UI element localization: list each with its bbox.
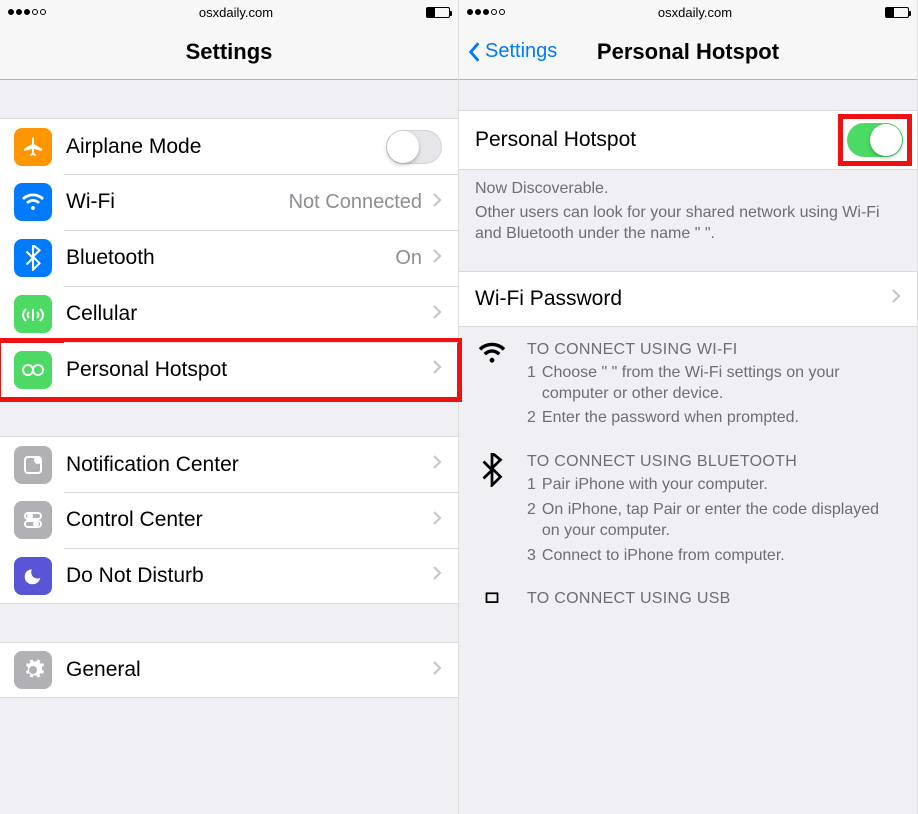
row-control-center[interactable]: Control Center — [0, 492, 458, 548]
chevron-right-icon — [432, 565, 442, 586]
chevron-right-icon — [432, 359, 442, 380]
back-label: Settings — [485, 40, 557, 63]
wifi-icon — [14, 183, 52, 221]
usb-icon — [475, 590, 509, 612]
instructions-usb: TO CONNECT USING USB — [459, 576, 917, 612]
settings-section-general: General — [0, 642, 458, 698]
row-label: Wi-Fi Password — [475, 287, 891, 311]
row-cellular[interactable]: Cellular — [0, 286, 458, 342]
row-airplane[interactable]: Airplane Mode — [0, 118, 458, 174]
back-button[interactable]: Settings — [467, 40, 557, 63]
row-label: Bluetooth — [66, 246, 395, 270]
chevron-right-icon — [432, 660, 442, 681]
page-title: Settings — [186, 39, 273, 65]
chevron-right-icon — [432, 192, 442, 213]
chevron-left-icon — [467, 41, 481, 63]
row-label: Personal Hotspot — [66, 358, 432, 382]
hotspot-icon — [14, 351, 52, 389]
chevron-right-icon — [432, 510, 442, 531]
chevron-right-icon — [891, 288, 901, 309]
status-domain: osxdaily.com — [199, 5, 273, 20]
instructions-wifi: TO CONNECT USING WI-FI 1Choose " " from … — [459, 327, 917, 439]
row-bluetooth[interactable]: Bluetooth On — [0, 230, 458, 286]
row-label: Wi-Fi — [66, 190, 289, 214]
bluetooth-icon — [475, 453, 509, 566]
hotspot-toggle-highlight — [843, 119, 907, 161]
airplane-icon — [14, 128, 52, 166]
status-domain: osxdaily.com — [658, 5, 732, 20]
chevron-right-icon — [432, 248, 442, 269]
gear-icon — [14, 651, 52, 689]
wifi-icon — [475, 341, 509, 429]
battery-icon — [426, 7, 450, 18]
instruction-step: Pair iPhone with your computer. — [542, 475, 768, 496]
row-personal-hotspot[interactable]: Personal Hotspot — [0, 342, 458, 398]
instruction-step: Choose " " from the Wi-Fi settings on yo… — [542, 363, 901, 405]
moon-icon — [14, 557, 52, 595]
control-center-icon — [14, 501, 52, 539]
instruction-step: Connect to iPhone from computer. — [542, 546, 785, 567]
screen-settings: osxdaily.com Settings Airplane Mode Wi-F… — [0, 0, 459, 814]
row-wifi[interactable]: Wi-Fi Not Connected — [0, 174, 458, 230]
row-hotspot-toggle[interactable]: Personal Hotspot — [459, 110, 917, 170]
page-title: Personal Hotspot — [597, 39, 779, 65]
screen-hotspot: osxdaily.com Settings Personal Hotspot P… — [459, 0, 918, 814]
hotspot-toggle[interactable] — [847, 123, 903, 157]
settings-section-centers: Notification Center Control Center Do No… — [0, 436, 458, 604]
row-dnd[interactable]: Do Not Disturb — [0, 548, 458, 604]
row-detail: Not Connected — [289, 191, 422, 214]
bluetooth-icon — [14, 239, 52, 277]
row-general[interactable]: General — [0, 642, 458, 698]
airplane-toggle[interactable] — [386, 130, 442, 164]
discover-body: Other users can look for your shared net… — [459, 200, 917, 245]
status-bar: osxdaily.com — [459, 0, 917, 24]
row-label: Control Center — [66, 508, 432, 532]
signal-strength-icon — [8, 9, 46, 15]
instructions-bluetooth: TO CONNECT USING BLUETOOTH 1Pair iPhone … — [459, 439, 917, 576]
row-label: Cellular — [66, 302, 432, 326]
row-label: General — [66, 658, 432, 682]
instructions-title: TO CONNECT USING BLUETOOTH — [527, 453, 901, 471]
instruction-step: On iPhone, tap Pair or enter the code di… — [542, 500, 901, 542]
nav-header: Settings — [0, 24, 458, 80]
row-detail: On — [395, 247, 422, 270]
settings-section-network: Airplane Mode Wi-Fi Not Connected Blueto… — [0, 118, 458, 398]
instruction-step: Enter the password when prompted. — [542, 408, 799, 429]
signal-strength-icon — [467, 9, 505, 15]
chevron-right-icon — [432, 454, 442, 475]
battery-icon — [885, 7, 909, 18]
row-label: Personal Hotspot — [475, 128, 843, 152]
notification-center-icon — [14, 446, 52, 484]
row-wifi-password[interactable]: Wi-Fi Password — [459, 271, 917, 327]
row-label: Do Not Disturb — [66, 564, 432, 588]
row-label: Airplane Mode — [66, 135, 386, 159]
chevron-right-icon — [432, 304, 442, 325]
instructions-title: TO CONNECT USING USB — [527, 590, 901, 608]
cellular-icon — [14, 295, 52, 333]
hotspot-toggle-section: Personal Hotspot — [459, 110, 917, 170]
nav-header: Settings Personal Hotspot — [459, 24, 917, 80]
wifi-password-section: Wi-Fi Password — [459, 271, 917, 327]
row-notification-center[interactable]: Notification Center — [0, 436, 458, 492]
status-bar: osxdaily.com — [0, 0, 458, 24]
instructions-title: TO CONNECT USING WI-FI — [527, 341, 901, 359]
row-label: Notification Center — [66, 453, 432, 477]
discover-title: Now Discoverable. — [459, 170, 917, 200]
